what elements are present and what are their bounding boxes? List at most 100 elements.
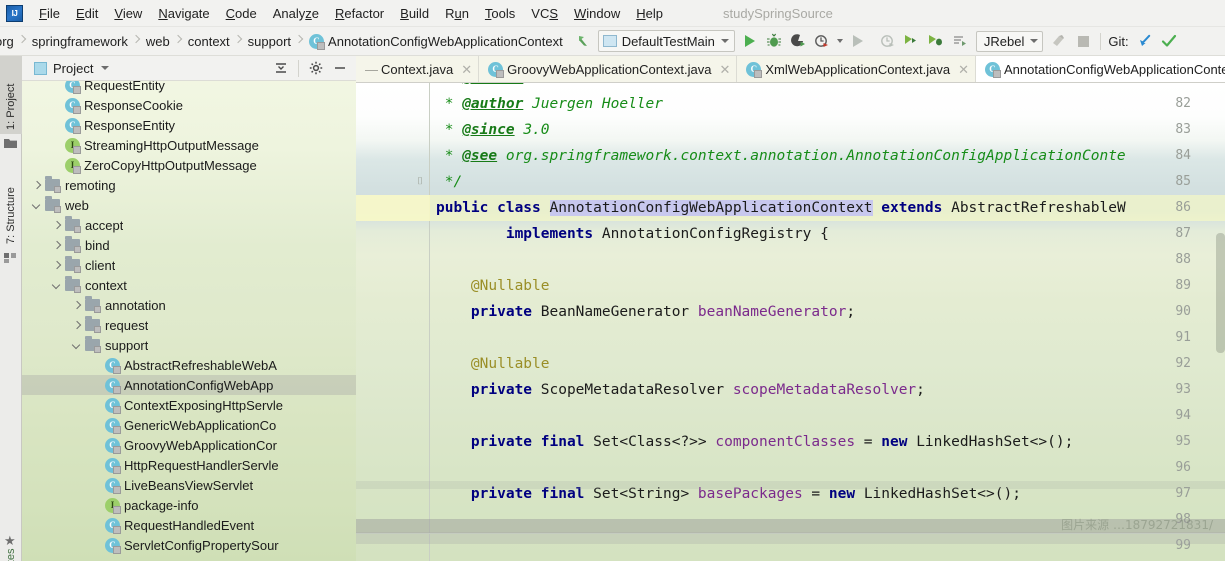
tree-item[interactable]: C ContextExposingHttpServle (22, 395, 356, 415)
jrebel-run-icon[interactable] (900, 29, 924, 53)
menu-item-help[interactable]: Help (628, 3, 671, 24)
chevron-right-icon[interactable] (52, 220, 63, 231)
close-icon[interactable]: ✕ (958, 63, 969, 76)
breadcrumb-item-annotationconfigwebapplicationcontext[interactable]: C AnnotationConfigWebApplicationContext (304, 33, 567, 50)
editor-tab[interactable]: C GroovyWebApplicationContext.java ✕ (479, 56, 738, 82)
tree-item[interactable]: C GroovyWebApplicationCor (22, 435, 356, 455)
chevron-right-icon[interactable] (52, 240, 63, 251)
jrebel-debug-icon[interactable] (924, 29, 948, 53)
sidebar-item-project[interactable]: 1: Project (0, 56, 22, 134)
jrebel-more-icon[interactable] (948, 29, 972, 53)
git-commit-icon[interactable] (1157, 29, 1181, 53)
run-configuration-selector[interactable]: DefaultTestMain (597, 30, 735, 52)
breadcrumb-item-web[interactable]: web (141, 34, 174, 49)
breadcrumb-item-context[interactable]: context (183, 34, 234, 49)
class-icon: C (488, 61, 505, 78)
breadcrumb-item-support[interactable]: support (243, 34, 295, 49)
profile-button[interactable] (810, 29, 834, 53)
tree-item[interactable]: C RequestEntity (22, 81, 356, 95)
chevron-down-icon[interactable] (52, 280, 63, 291)
tree-item[interactable]: request (22, 315, 356, 335)
breadcrumb-item-org[interactable]: org (0, 34, 18, 49)
run-configuration-label: DefaultTestMain (621, 33, 715, 49)
tree-item[interactable]: C GenericWebApplicationCo (22, 415, 356, 435)
tree-item[interactable]: C ServletConfigPropertySour (22, 535, 356, 555)
tree-item[interactable]: remoting (22, 175, 356, 195)
profile-dropdown-arrow[interactable] (834, 29, 846, 53)
tree-item[interactable]: C AnnotationConfigWebApp (22, 375, 356, 395)
menu-item-window[interactable]: Window (566, 3, 628, 24)
chevron-down-icon[interactable] (32, 200, 43, 211)
project-tree[interactable]: C RequestEntity C ResponseCookie C ResponseEn… (22, 81, 356, 561)
run-button[interactable] (738, 29, 762, 53)
tree-item[interactable]: C ResponseCookie (22, 95, 356, 115)
tree-item[interactable]: C AbstractRefreshableWebA (22, 355, 356, 375)
tree-item[interactable]: bind (22, 235, 356, 255)
gear-icon[interactable] (304, 56, 328, 80)
code-token: public class (436, 200, 550, 216)
tree-item[interactable]: web (22, 195, 356, 215)
code-editor[interactable]: 81 * @author Chris Beams 82 * @author Jue… (356, 83, 1225, 561)
code-token: private (470, 382, 533, 398)
debug-button[interactable] (762, 29, 786, 53)
tree-item[interactable]: context (22, 275, 356, 295)
menu-item-tools[interactable]: Tools (477, 3, 523, 24)
menu-item-edit[interactable]: Edit (68, 3, 106, 24)
code-fold-icon[interactable]: ⌷ (415, 169, 425, 195)
breadcrumb-label: springframework (31, 33, 128, 49)
close-icon[interactable]: ✕ (719, 63, 730, 76)
hide-icon[interactable] (328, 56, 352, 80)
menu-item-navigate[interactable]: Navigate (150, 3, 217, 24)
jrebel-selector[interactable]: JRebel (975, 30, 1044, 52)
code-token: implements (505, 226, 594, 242)
menu-item-analyze[interactable]: Analyze (265, 3, 327, 24)
tree-item[interactable]: C RequestHandledEvent (22, 515, 356, 535)
chevron-right-icon[interactable] (72, 300, 83, 311)
line-number: 85 (1175, 174, 1191, 189)
tree-item-label: bind (85, 237, 110, 253)
menu-item-build[interactable]: Build (392, 3, 437, 24)
chevron-right-icon[interactable] (32, 180, 43, 191)
tree-item[interactable]: client (22, 255, 356, 275)
editor-tab[interactable]: CAnnotationConfigWebApplicationContext.j… (976, 56, 1225, 82)
breadcrumb-separator (132, 31, 141, 51)
tree-item[interactable]: accept (22, 215, 356, 235)
close-icon[interactable]: ✕ (461, 63, 472, 76)
tree-item[interactable]: support (22, 335, 356, 355)
sidebar-item-structure[interactable]: 7: Structure (0, 156, 22, 248)
chevron-down-icon[interactable] (72, 340, 83, 351)
menu-item-code[interactable]: Code (218, 3, 265, 24)
tree-item[interactable]: C HttpRequestHandlerServle (22, 455, 356, 475)
menu-item-file[interactable]: File (31, 3, 68, 24)
code-token: private final (470, 434, 585, 450)
editor-divider (356, 533, 1225, 534)
git-update-project-icon[interactable] (1133, 29, 1157, 53)
tree-item[interactable]: C LiveBeansViewServlet (22, 475, 356, 495)
tree-item[interactable]: I ZeroCopyHttpOutputMessage (22, 155, 356, 175)
code-line: */ (436, 169, 462, 195)
breadcrumb-item-springframework[interactable]: springframework (27, 34, 132, 49)
tree-item[interactable]: annotation (22, 295, 356, 315)
menu-item-refactor[interactable]: Refactor (327, 3, 392, 24)
chevron-right-icon[interactable] (72, 320, 83, 331)
chevron-right-icon[interactable] (52, 260, 63, 271)
run-with-coverage-button[interactable] (786, 29, 810, 53)
menu-item-run[interactable]: Run (437, 3, 477, 24)
class-icon: C (65, 81, 81, 94)
tree-item[interactable]: Ipackage-info (22, 495, 356, 515)
editor-tab[interactable]: — Context.java ✕ (356, 56, 480, 82)
structure-icon (4, 252, 17, 265)
editor-gutter[interactable] (356, 83, 430, 561)
chevron-down-icon[interactable] (101, 66, 110, 70)
menu-item-vcs[interactable]: VCS (523, 3, 566, 24)
tree-item[interactable]: C ResponseEntity (22, 115, 356, 135)
collapse-all-icon[interactable] (269, 56, 293, 80)
editor-tab[interactable]: C XmlWebApplicationContext.java ✕ (737, 56, 976, 82)
up-left-arrow-icon[interactable] (571, 29, 595, 53)
tree-item[interactable]: I StreamingHttpOutputMessage (22, 135, 356, 155)
editor-scrollbar-thumb[interactable] (1216, 233, 1225, 353)
sidebar-item-label-favorites: 2: Favorites (5, 549, 17, 561)
menu-item-view[interactable]: View (106, 3, 150, 24)
